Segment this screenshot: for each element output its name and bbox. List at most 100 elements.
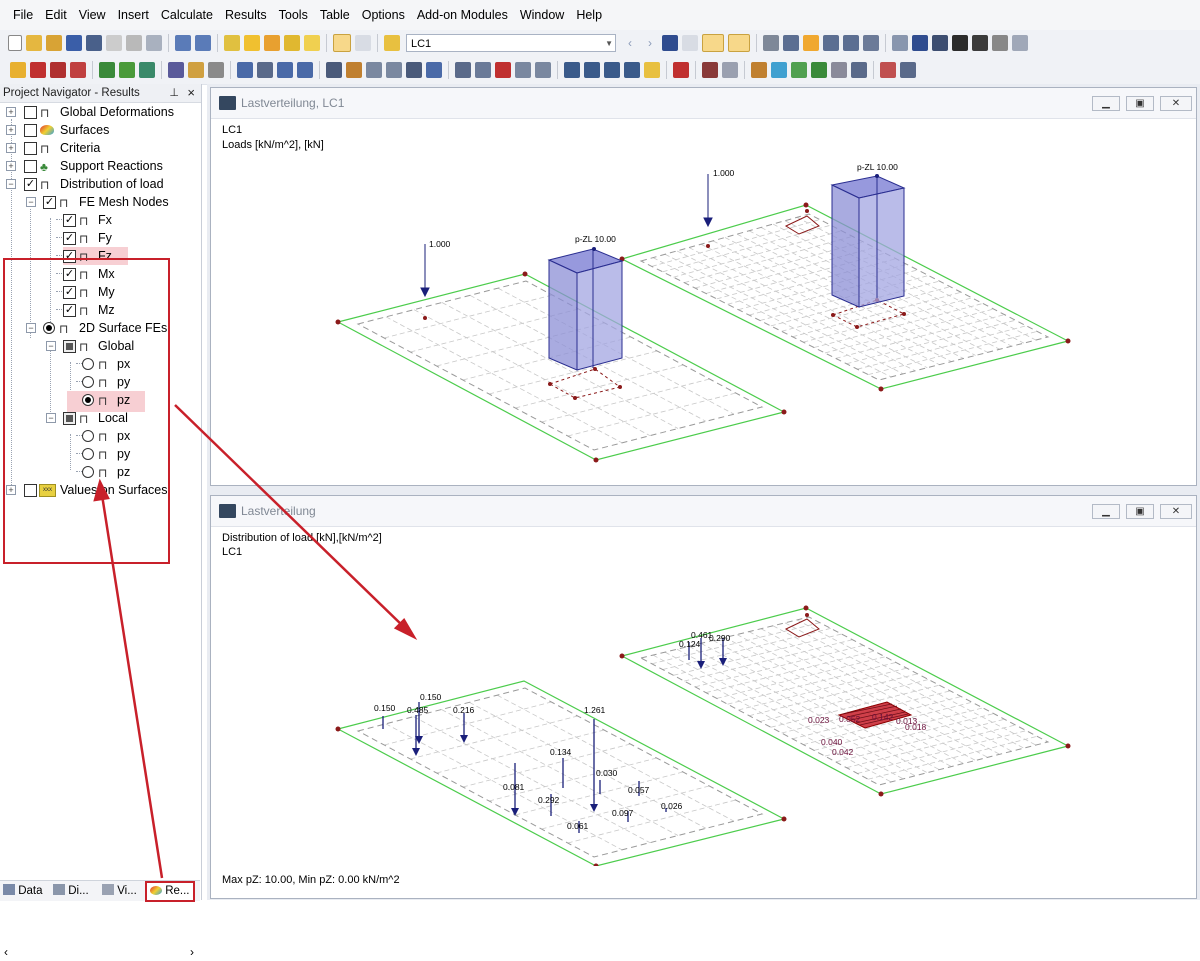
menu-window[interactable]: Window: [514, 8, 570, 22]
zoom-all-icon[interactable]: [495, 62, 511, 78]
tree-item-distribution-of-load[interactable]: − ✓ ⊓ Distribution of load: [0, 175, 200, 193]
surface-color-icon[interactable]: [751, 62, 767, 78]
menu-results[interactable]: Results: [219, 8, 273, 22]
line-load-icon[interactable]: [188, 62, 204, 78]
tree-item-criteria[interactable]: + ⊓ Criteria: [0, 139, 200, 157]
close-button[interactable]: ✕: [1160, 96, 1192, 111]
mirror-icon[interactable]: [366, 62, 382, 78]
window-loads[interactable]: Lastverteilung, LC1 ▁ ▣ ✕ LC1 Loads [kN/…: [210, 87, 1197, 486]
section-cut-icon[interactable]: [237, 62, 253, 78]
wireframe-icon[interactable]: [673, 62, 689, 78]
show-results-icon[interactable]: [702, 34, 724, 52]
tree-item-fx[interactable]: ✓ ⊓ Fx: [0, 211, 200, 229]
new-file-icon[interactable]: [8, 35, 22, 51]
values-icon[interactable]: [682, 35, 698, 51]
guide-icon[interactable]: [722, 62, 738, 78]
menu-options[interactable]: Options: [356, 8, 411, 22]
expand-icon[interactable]: +: [6, 107, 16, 117]
hatch-icon[interactable]: [831, 62, 847, 78]
window-title-bar[interactable]: Lastverteilung ▁ ▣ ✕: [211, 496, 1196, 527]
open-folder-icon[interactable]: [26, 35, 42, 51]
checkbox[interactable]: [24, 106, 37, 119]
checkbox-checked[interactable]: ✓: [63, 232, 76, 245]
navigator-scrollbar[interactable]: ‹ ›: [0, 945, 200, 961]
window-load-distribution[interactable]: Lastverteilung ▁ ▣ ✕ Distribution of loa…: [210, 495, 1197, 899]
tree-icon[interactable]: [811, 62, 827, 78]
menu-help[interactable]: Help: [570, 8, 608, 22]
tab-data[interactable]: Data: [3, 883, 43, 899]
folder-icon[interactable]: [304, 35, 320, 51]
expand-icon[interactable]: +: [6, 161, 16, 171]
menu-addon-modules[interactable]: Add-on Modules: [411, 8, 514, 22]
grid-settings-icon[interactable]: [851, 62, 867, 78]
surface-support-icon[interactable]: [139, 62, 155, 78]
view-y-icon[interactable]: [584, 62, 600, 78]
rotate-icon[interactable]: [346, 62, 362, 78]
support-node-icon[interactable]: [99, 62, 115, 78]
previous-loadcase-icon[interactable]: ‹: [622, 35, 638, 51]
member-icon[interactable]: [70, 62, 86, 78]
coordinate-icon[interactable]: [277, 62, 293, 78]
expand-icon[interactable]: +: [6, 143, 16, 153]
tree-item-global-deformations[interactable]: + ⊓ Global Deformations: [0, 103, 200, 121]
overflow-icon[interactable]: [1012, 35, 1028, 51]
surface-load-icon[interactable]: [208, 62, 224, 78]
maximize-button[interactable]: ▣: [1126, 96, 1154, 111]
search-icon[interactable]: [244, 35, 260, 51]
tree-item-support-reactions[interactable]: + ♣ Support Reactions: [0, 157, 200, 175]
menu-view[interactable]: View: [73, 8, 112, 22]
mesh-icon[interactable]: [783, 35, 799, 51]
distribution-viewport[interactable]: 0.150 0.150 0.485 0.216 1.261 0.134 0.030 0.081…: [211, 526, 1194, 866]
menu-file[interactable]: File: [0, 8, 39, 22]
section-icon[interactable]: [823, 35, 839, 51]
line-icon[interactable]: [30, 62, 46, 78]
menu-tools[interactable]: Tools: [273, 8, 314, 22]
edit-icon[interactable]: [224, 35, 240, 51]
checkbox-checked[interactable]: ✓: [24, 178, 37, 191]
delete-icon[interactable]: [952, 35, 968, 51]
tab-views[interactable]: Vi...: [102, 883, 137, 899]
render-icon[interactable]: [803, 35, 819, 51]
view-x-icon[interactable]: [564, 62, 580, 78]
dimension-icon[interactable]: [702, 62, 718, 78]
print-icon[interactable]: [126, 35, 142, 51]
menu-calculate[interactable]: Calculate: [155, 8, 219, 22]
grid-icon[interactable]: [355, 35, 371, 51]
move-icon[interactable]: [326, 62, 342, 78]
menu-edit[interactable]: Edit: [39, 8, 73, 22]
loadcase-icon[interactable]: [384, 35, 400, 51]
pin-icon[interactable]: ⊥: [169, 84, 179, 102]
tab-display[interactable]: Di...: [53, 883, 89, 899]
loads-viewport[interactable]: 1.000 1.000 p-ZL 10.00 p-ZL 10.00: [211, 118, 1194, 484]
project-icon[interactable]: [386, 62, 402, 78]
checkbox[interactable]: [24, 160, 37, 173]
save-icon[interactable]: [66, 35, 82, 51]
results-icon[interactable]: [662, 35, 678, 51]
target-icon[interactable]: [264, 35, 280, 51]
print-preview-icon[interactable]: [146, 35, 162, 51]
tree-item-fe-mesh-nodes[interactable]: − ✓ ⊓ FE Mesh Nodes: [0, 193, 200, 211]
print-report-icon[interactable]: [106, 35, 122, 51]
filter-icon[interactable]: [863, 35, 879, 51]
checkbox-checked[interactable]: ✓: [63, 214, 76, 227]
scroll-right-icon[interactable]: ›: [190, 945, 194, 959]
table-icon[interactable]: [900, 62, 916, 78]
tree-item-fy[interactable]: ✓ ⊓ Fy: [0, 229, 200, 247]
close-icon[interactable]: ×: [187, 84, 195, 102]
measure-icon[interactable]: [455, 62, 471, 78]
checkbox[interactable]: [24, 124, 37, 137]
model-icon[interactable]: [843, 35, 859, 51]
point-icon[interactable]: [10, 62, 26, 78]
undo-icon[interactable]: [175, 35, 191, 51]
redo-icon[interactable]: [195, 35, 211, 51]
copy-icon[interactable]: [297, 62, 313, 78]
expand-icon[interactable]: +: [6, 125, 16, 135]
scroll-left-icon[interactable]: ‹: [4, 945, 8, 959]
save-all-icon[interactable]: [86, 35, 102, 51]
support-icon[interactable]: [912, 35, 928, 51]
maximize-button[interactable]: ▣: [1126, 504, 1154, 519]
tab-results[interactable]: Re...: [145, 881, 195, 902]
loadcase-select[interactable]: LC1 ▼: [406, 34, 616, 52]
view-iso-icon[interactable]: [535, 62, 551, 78]
view-minus-x-icon[interactable]: [624, 62, 640, 78]
